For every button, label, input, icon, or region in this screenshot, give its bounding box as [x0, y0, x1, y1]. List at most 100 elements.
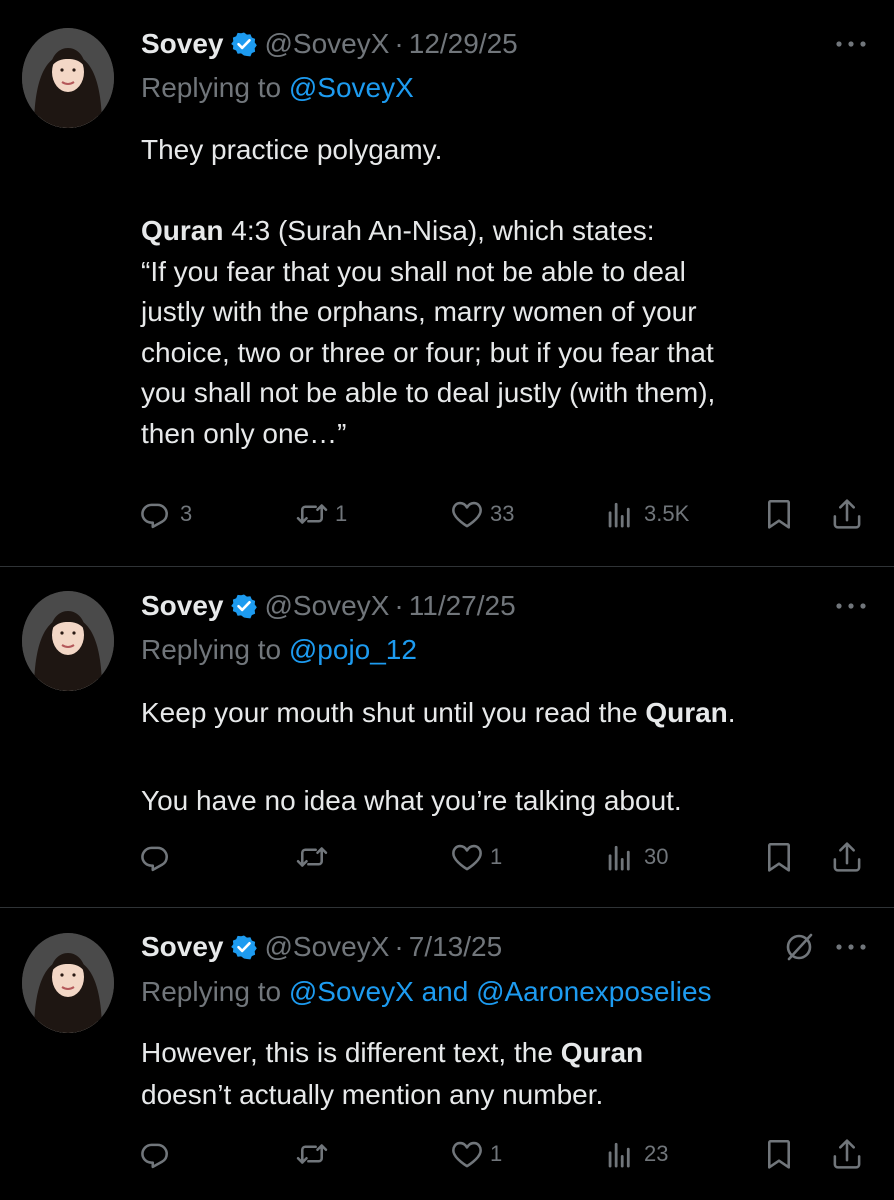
- author-name[interactable]: Sovey: [141, 590, 224, 622]
- text-line: doesn’t actually mention any number.: [141, 1079, 604, 1110]
- bold-word: Quran: [141, 215, 224, 246]
- quote-line: choice, two or three or four; but if you…: [141, 336, 714, 368]
- reply-count: 3: [180, 501, 193, 526]
- quote-line: you shall not be able to deal justly (wi…: [141, 377, 716, 408]
- tweet-2[interactable]: Sovey @SoveyX · 11/27/25 Replying to @po…: [0, 567, 894, 907]
- avatar[interactable]: [22, 28, 114, 128]
- grok-icon[interactable]: [782, 930, 816, 964]
- verified-badge-icon: [230, 593, 257, 619]
- share-button[interactable]: [830, 835, 864, 879]
- action-bar: 3 1 33 3.5K: [0, 492, 894, 536]
- replying-label: Replying to: [141, 976, 289, 1007]
- avatar[interactable]: [22, 591, 114, 691]
- bookmark-icon: [768, 1139, 790, 1169]
- action-bar: 1 23: [0, 1132, 894, 1176]
- views-icon: [608, 502, 630, 528]
- like-button[interactable]: 1: [450, 1132, 502, 1176]
- tweet-header: Sovey @SoveyX · 11/27/25: [141, 586, 516, 626]
- like-count: 1: [490, 844, 503, 869]
- reply-button[interactable]: 3: [140, 492, 192, 536]
- like-button[interactable]: 33: [450, 492, 514, 536]
- share-icon: [833, 1139, 861, 1169]
- repost-icon: [296, 847, 328, 867]
- replying-to: Replying to @SoveyX and @Aaronexposelies: [141, 976, 712, 1008]
- views-button[interactable]: 3.5K: [604, 492, 689, 536]
- repost-icon: [296, 504, 328, 524]
- text-line: You have no idea what you’re talking abo…: [141, 785, 682, 816]
- like-icon: [452, 1141, 482, 1168]
- verified-badge-icon: [230, 31, 257, 57]
- more-icon[interactable]: [834, 38, 868, 50]
- like-count: 1: [490, 1141, 503, 1166]
- bookmark-button[interactable]: [762, 835, 796, 879]
- bold-word: Quran: [645, 697, 728, 728]
- bookmark-icon: [768, 842, 790, 872]
- more-icon[interactable]: [834, 600, 868, 612]
- views-button[interactable]: 30: [604, 835, 668, 879]
- tweet-text: Keep your mouth shut until you read the …: [141, 691, 871, 823]
- quote-line: “If you fear that you shall not be able …: [141, 255, 686, 287]
- author-name[interactable]: Sovey: [141, 28, 224, 60]
- text-line: Quran 4:3 (Surah An-Nisa), which states:: [141, 211, 871, 252]
- replying-label: Replying to: [141, 72, 289, 103]
- replying-to-link[interactable]: @pojo_12: [289, 634, 417, 665]
- share-icon: [833, 499, 861, 529]
- views-count: 3.5K: [644, 501, 690, 526]
- share-button[interactable]: [830, 492, 864, 536]
- like-icon: [452, 844, 482, 871]
- bookmark-icon: [768, 499, 790, 529]
- tweet-1[interactable]: Sovey @SoveyX · 12/29/25 Replying to @So…: [0, 0, 894, 566]
- like-button[interactable]: 1: [450, 835, 502, 879]
- reply-icon: [141, 503, 168, 529]
- text-span: Keep your mouth shut until you read the: [141, 697, 646, 728]
- text-span: 4:3 (Surah An-Nisa), which states:: [223, 215, 655, 246]
- views-icon: [608, 845, 630, 871]
- separator: ·: [394, 590, 404, 621]
- action-bar: 1 30: [0, 835, 894, 879]
- bookmark-button[interactable]: [762, 492, 796, 536]
- repost-icon: [296, 1144, 328, 1164]
- share-icon: [833, 842, 861, 872]
- bookmark-button[interactable]: [762, 1132, 796, 1176]
- reply-button[interactable]: [140, 1132, 174, 1176]
- tweet-date[interactable]: 11/27/25: [409, 590, 516, 622]
- text-line: They practice polygamy.: [141, 134, 443, 165]
- replying-to: Replying to @SoveyX: [141, 72, 414, 104]
- avatar[interactable]: [22, 933, 114, 1033]
- tweet-date[interactable]: 7/13/25: [409, 931, 502, 963]
- tweet-date[interactable]: 12/29/25: [409, 28, 518, 60]
- author-handle[interactable]: @SoveyX: [265, 590, 390, 622]
- text-span: .: [727, 697, 736, 728]
- views-icon: [608, 1142, 630, 1168]
- tweet-header: Sovey @SoveyX · 7/13/25: [141, 927, 502, 967]
- text-line: Keep your mouth shut until you read the …: [141, 691, 871, 735]
- tweet-3[interactable]: Sovey @SoveyX · 7/13/25 Replying to @Sov…: [0, 908, 894, 1200]
- repost-button[interactable]: [295, 835, 329, 879]
- separator: ·: [394, 28, 404, 59]
- repost-button[interactable]: 1: [295, 492, 347, 536]
- repost-button[interactable]: [295, 1132, 329, 1176]
- author-handle[interactable]: @SoveyX: [265, 28, 390, 60]
- replying-to-link[interactable]: @SoveyX: [289, 72, 414, 103]
- verified-badge-icon: [230, 934, 257, 960]
- reply-icon: [141, 1143, 168, 1169]
- author-name[interactable]: Sovey: [141, 931, 224, 963]
- reply-button[interactable]: [140, 835, 174, 879]
- tweet-text: They practice polygamy. Quran 4:3 (Surah…: [141, 130, 871, 454]
- like-count: 33: [490, 501, 515, 526]
- replying-to: Replying to @pojo_12: [141, 634, 417, 666]
- views-count: 23: [644, 1141, 669, 1166]
- replying-label: Replying to: [141, 634, 289, 665]
- more-icon[interactable]: [834, 941, 868, 953]
- author-handle[interactable]: @SoveyX: [265, 931, 390, 963]
- quote-line: then only one…”: [141, 417, 347, 449]
- repost-count: 1: [335, 501, 348, 526]
- text-line: However, this is different text, the Qur…: [141, 1032, 871, 1074]
- separator: ·: [394, 931, 404, 962]
- bold-word: Quran: [560, 1037, 644, 1068]
- tweet-text: However, this is different text, the Qur…: [141, 1032, 871, 1116]
- replying-to-link[interactable]: @SoveyX and @Aaronexposelies: [289, 976, 712, 1007]
- views-button[interactable]: 23: [604, 1132, 668, 1176]
- tweet-header: Sovey @SoveyX · 12/29/25: [141, 24, 518, 64]
- share-button[interactable]: [830, 1132, 864, 1176]
